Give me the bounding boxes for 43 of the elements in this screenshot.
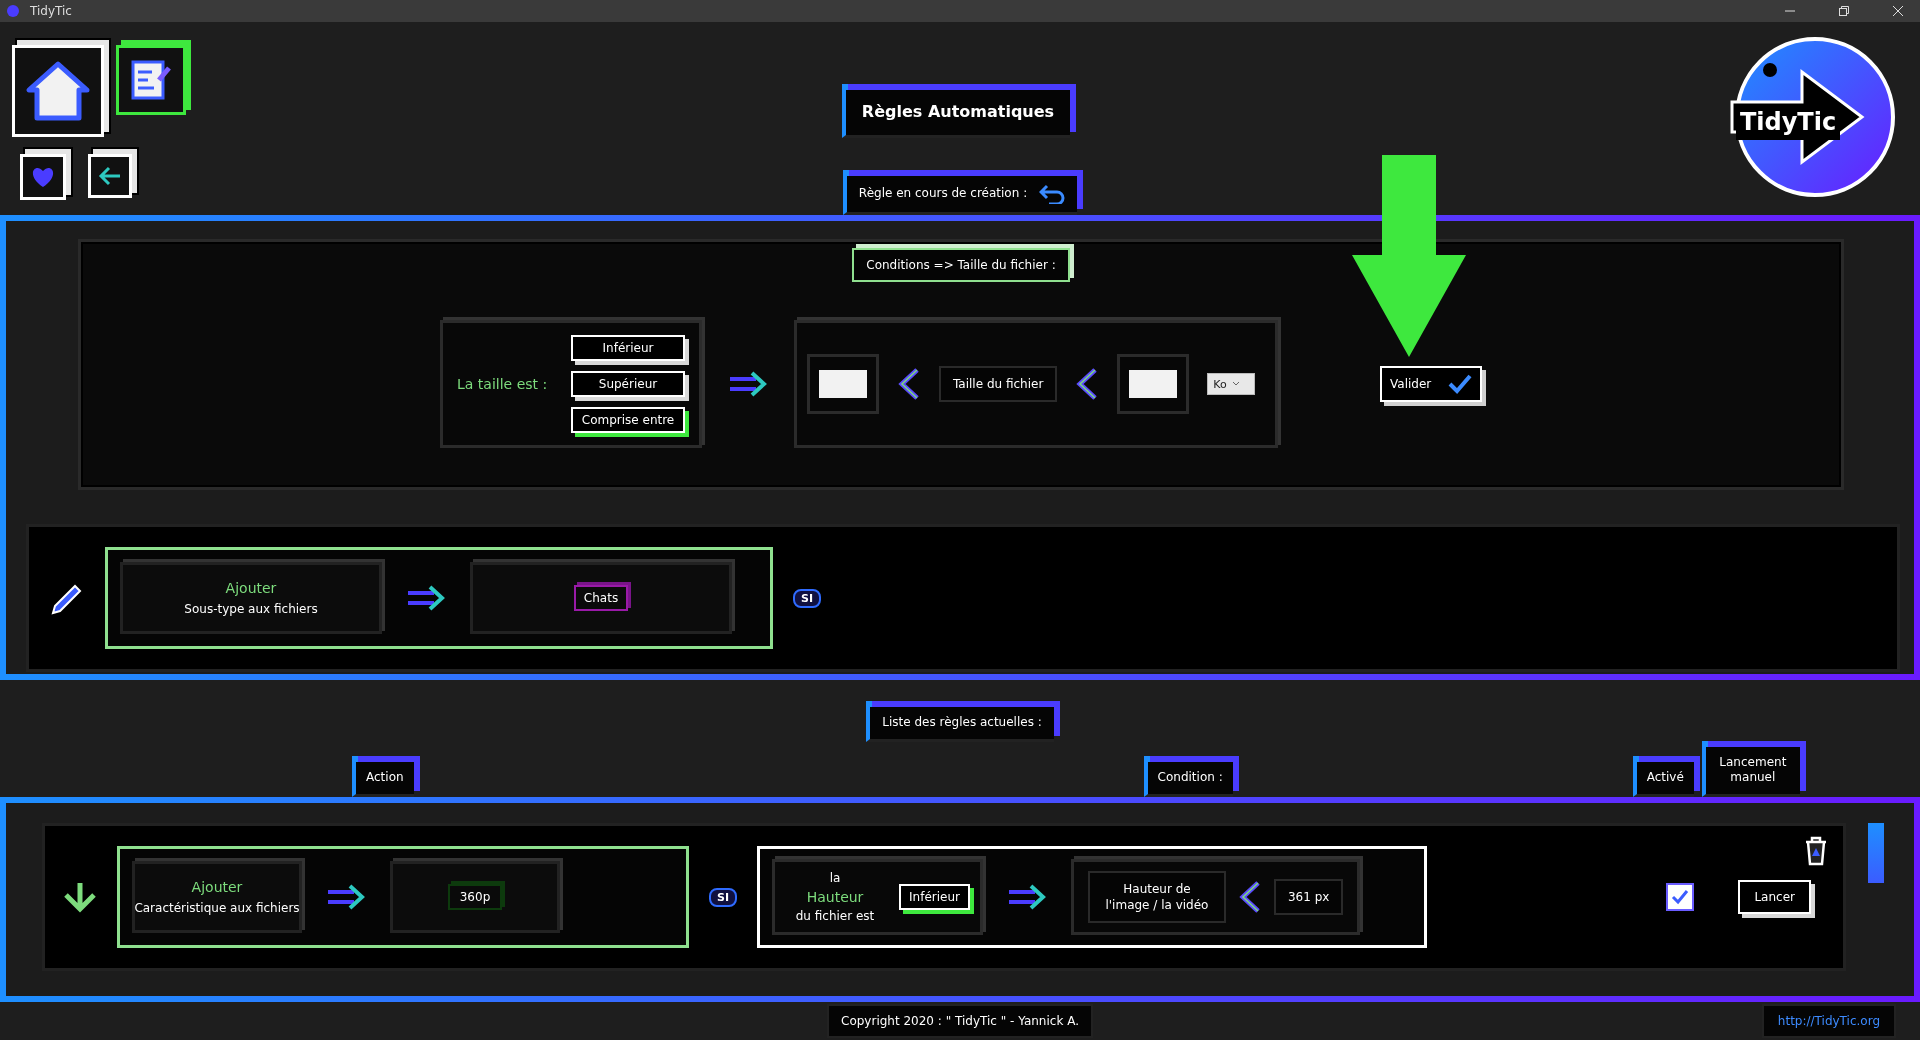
condition-subject: Hauteur de l'image / la vidéo (1087, 870, 1226, 924)
chevron-left-icon (1237, 881, 1262, 913)
action-verb: Ajouter (191, 879, 243, 895)
document-pencil-icon (129, 58, 173, 102)
window-title: TidyTic (30, 4, 73, 18)
house-icon (25, 60, 91, 122)
app-icon (6, 4, 20, 18)
trash-icon[interactable] (1803, 836, 1829, 866)
size-label: La taille est : (457, 376, 548, 392)
website-link[interactable]: http://TidyTic.org (1761, 1004, 1896, 1038)
double-arrow-icon (1006, 883, 1047, 911)
caret-icon (1232, 382, 1239, 386)
condition-badge: SI (793, 588, 821, 608)
scrollbar[interactable] (1868, 823, 1884, 883)
action-verb: Ajouter (225, 580, 277, 596)
condition-suffix: du fichier est (795, 909, 875, 923)
condition-badge: SI (709, 887, 737, 907)
back-arrow-icon (98, 166, 122, 186)
double-arrow-icon (326, 883, 366, 911)
restore-icon (1839, 6, 1849, 16)
checkmark-icon (1671, 889, 1690, 905)
checkmark-icon (1448, 374, 1472, 394)
value-tag: Chats (573, 585, 629, 611)
value-tag: 360p (447, 884, 503, 910)
close-icon (1893, 6, 1903, 16)
down-arrow-icon[interactable] (63, 881, 97, 913)
double-arrow-icon (406, 584, 446, 612)
action-target: Caractéristique aux fichiers (134, 901, 300, 915)
chevron-left-icon (897, 368, 921, 400)
double-arrow-icon (728, 370, 768, 398)
unit-select[interactable]: Ko (1207, 373, 1256, 395)
threshold-value: 361 px (1273, 878, 1344, 916)
copyright-text: Copyright 2020 : " TidyTic " - Yannick A. (827, 1004, 1093, 1038)
condition-prefix: la (829, 871, 841, 885)
field-label: Taille du fichier (939, 365, 1058, 403)
undo-icon[interactable] (1039, 184, 1066, 204)
min-size-input[interactable] (819, 370, 867, 398)
max-size-input[interactable] (1129, 370, 1178, 398)
active-checkbox[interactable] (1666, 883, 1695, 911)
heart-icon (31, 166, 55, 188)
condition-field: Hauteur (806, 889, 864, 905)
section-tab-label: Règle en cours de création : (858, 186, 1028, 202)
action-target: Sous-type aux fichiers (184, 602, 318, 616)
